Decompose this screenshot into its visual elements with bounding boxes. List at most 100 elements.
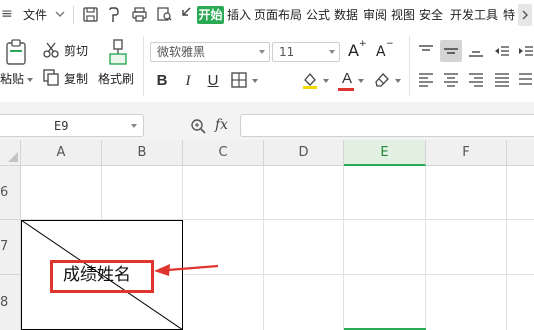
cell-c8[interactable] [183, 275, 264, 330]
format-painter-icon[interactable] [106, 38, 130, 66]
save-icon[interactable] [82, 6, 99, 23]
tab-security[interactable]: 安全 [419, 7, 443, 23]
chevron-right-icon [522, 10, 528, 20]
cut-label[interactable]: 剪切 [64, 44, 88, 58]
ribbon-gap [0, 102, 534, 112]
fx-icon[interactable]: fx [215, 117, 228, 133]
justify-icon[interactable] [493, 70, 511, 88]
align-top-icon[interactable] [417, 42, 435, 60]
cell-d8[interactable] [264, 275, 344, 330]
cell-g7[interactable] [507, 220, 534, 275]
align-center-icon[interactable] [442, 70, 460, 88]
eraser-icon[interactable] [373, 71, 391, 89]
chevron-down-icon[interactable] [131, 124, 137, 128]
file-menu[interactable]: 文件 [23, 7, 47, 23]
tab-view[interactable]: 视图 [391, 7, 415, 23]
row-header-6[interactable]: 6 [0, 166, 21, 220]
font-size-value: 11 [279, 45, 295, 59]
chevron-down-icon [329, 50, 335, 54]
annotation-highlight-box [50, 260, 154, 293]
align-middle-icon[interactable] [442, 42, 460, 60]
column-header-c[interactable]: C [183, 140, 264, 166]
share-icon[interactable] [106, 6, 123, 23]
grow-font-plus: + [359, 39, 367, 49]
name-box[interactable]: E9 [0, 114, 144, 137]
cell-c6[interactable] [183, 166, 264, 220]
print-icon[interactable] [131, 6, 148, 23]
format-painter-label[interactable]: 格式刷 [98, 72, 134, 86]
column-header-e[interactable]: E [344, 140, 426, 166]
cell-g6[interactable] [507, 166, 534, 220]
cell-d7[interactable] [264, 220, 344, 275]
more-tabs-button[interactable] [518, 4, 532, 26]
chevron-down-icon[interactable] [54, 8, 66, 20]
cell-e6[interactable] [344, 166, 426, 220]
cell-f6[interactable] [426, 166, 507, 220]
print-preview-icon[interactable] [156, 6, 173, 23]
underline-button[interactable]: U [203, 70, 223, 92]
zoom-search-icon[interactable] [190, 118, 206, 134]
tab-special[interactable]: 特 [503, 7, 515, 23]
tab-insert[interactable]: 插入 [227, 7, 251, 23]
shrink-font-minus: − [386, 39, 394, 49]
cell-d6[interactable] [264, 166, 344, 220]
select-all-triangle-icon [8, 152, 18, 162]
tab-formulas[interactable]: 公式 [306, 7, 330, 23]
italic-button[interactable]: I [178, 70, 198, 92]
align-bottom-icon[interactable] [467, 42, 485, 60]
paste-dropdown-arrow[interactable] [27, 78, 33, 82]
cell-e7[interactable] [344, 220, 426, 275]
cell-f7[interactable] [426, 220, 507, 275]
shrink-font-button[interactable]: A [376, 44, 386, 60]
tab-data[interactable]: 数据 [334, 7, 358, 23]
clear-dropdown-arrow[interactable] [395, 79, 401, 83]
font-color-dropdown-arrow[interactable] [358, 79, 364, 83]
tab-page-layout[interactable]: 页面布局 [254, 7, 302, 23]
row-header-8[interactable]: 8 [0, 275, 21, 330]
cell-g8[interactable] [507, 275, 534, 330]
paste-label[interactable]: 粘贴 [0, 72, 24, 86]
formula-input[interactable] [240, 114, 534, 137]
increase-indent-icon[interactable] [517, 42, 534, 60]
cell-b6[interactable] [102, 166, 183, 220]
column-header-g[interactable] [507, 140, 534, 166]
font-color-swatch [338, 88, 354, 91]
align-left-icon[interactable] [417, 70, 435, 88]
cell-reference: E9 [54, 119, 69, 133]
column-header-b[interactable]: B [102, 140, 183, 166]
font-size-select[interactable]: 11 [272, 42, 340, 62]
bold-button[interactable]: B [152, 70, 172, 92]
copy-icon[interactable] [42, 68, 60, 86]
font-name-select[interactable]: 微软雅黑 [150, 42, 270, 62]
undo-icon[interactable] [180, 6, 194, 23]
cell-e8[interactable] [344, 275, 426, 330]
cell-f8[interactable] [426, 275, 507, 330]
row-header-7[interactable]: 7 [0, 220, 21, 275]
borders-dropdown-arrow[interactable] [252, 79, 258, 83]
tab-home[interactable]: 开始 [197, 6, 224, 24]
spreadsheet-grid: A B C D E F 6 7 8 成绩姓名 [0, 140, 534, 330]
borders-icon[interactable] [230, 71, 248, 89]
cut-icon[interactable] [42, 41, 60, 59]
fill-color-icon[interactable] [300, 70, 320, 90]
copy-label[interactable]: 复制 [64, 72, 88, 86]
paste-icon[interactable] [4, 38, 28, 66]
decrease-indent-icon[interactable] [493, 42, 511, 60]
cell-a6[interactable] [21, 166, 102, 220]
column-header-d[interactable]: D [264, 140, 344, 166]
tab-developer[interactable]: 开发工具 [450, 7, 498, 23]
ribbon-divider [409, 36, 410, 96]
align-right-icon[interactable] [467, 70, 485, 88]
menu-collapse-icon[interactable]: ≡ [1, 6, 13, 22]
fill-color-dropdown-arrow[interactable] [323, 79, 329, 83]
formula-bar: E9 fx [0, 112, 534, 140]
column-header-a[interactable]: A [21, 140, 102, 166]
font-color-button[interactable]: A [337, 68, 357, 90]
grow-font-button[interactable]: A [348, 42, 359, 60]
select-all-corner[interactable] [0, 140, 21, 166]
menu-bar: ≡ 文件 开始 插入 页面布局 公式 数据 审阅 视图 安全 开发工具 特 [0, 0, 534, 30]
ribbon-divider [143, 36, 144, 96]
tab-review[interactable]: 审阅 [363, 7, 387, 23]
distributed-align-icon[interactable] [517, 70, 534, 88]
column-header-f[interactable]: F [426, 140, 507, 166]
